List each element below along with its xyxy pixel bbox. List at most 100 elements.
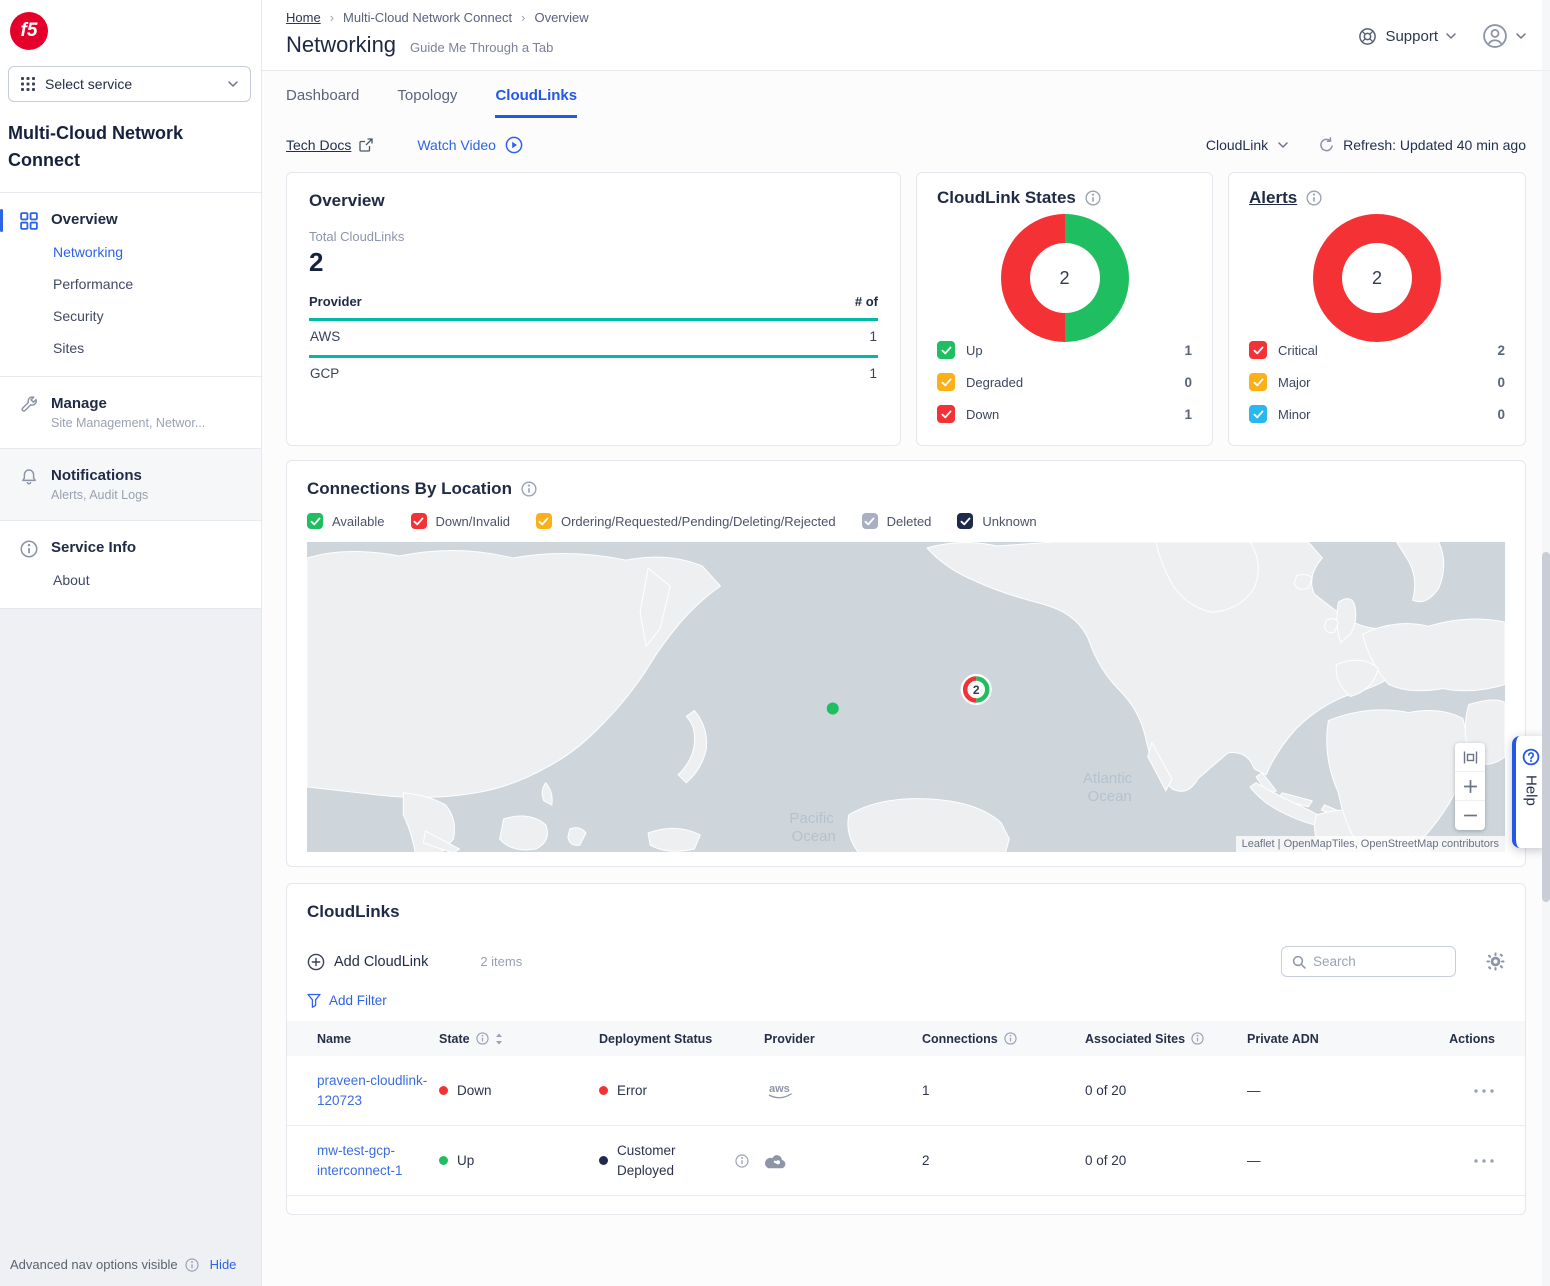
info-circle-icon[interactable] (1085, 190, 1101, 206)
checkbox-major[interactable] (1249, 373, 1267, 391)
add-cloudlink-button[interactable]: Add CloudLink (307, 953, 428, 971)
info-circle-icon[interactable] (1004, 1032, 1017, 1045)
sidebar-item-networking[interactable]: Networking (0, 236, 261, 268)
scrollbar-thumb[interactable] (1542, 552, 1550, 902)
world-map[interactable]: Pacific Ocean Atlantic Ocean (307, 542, 1505, 852)
info-circle-icon[interactable] (1191, 1032, 1204, 1045)
tech-docs-link[interactable]: Tech Docs (286, 137, 373, 153)
legend-count: 1 (1184, 343, 1192, 358)
cloudlink-name-link[interactable]: praveen-cloudlink-120723 (317, 1057, 439, 1124)
provider-name: GCP (310, 366, 339, 381)
map-fullscreen-button[interactable] (1455, 743, 1485, 772)
minus-icon (1463, 808, 1478, 823)
checkbox-available[interactable] (307, 513, 323, 529)
legend-label: Critical (1278, 343, 1486, 358)
col-header-state[interactable]: State (439, 1032, 599, 1046)
sidebar-item-performance[interactable]: Performance (0, 268, 261, 300)
help-tab[interactable]: Help (1512, 736, 1546, 848)
f5-logo[interactable]: f5 (10, 12, 48, 50)
check-icon (1253, 410, 1264, 419)
map-zoom-in-button[interactable] (1455, 772, 1485, 801)
plus-icon (1463, 779, 1478, 794)
info-circle-icon[interactable] (735, 1154, 749, 1168)
adn-cell: — (1247, 1153, 1419, 1168)
map-cluster-marker[interactable]: 2 (961, 674, 992, 705)
sort-icon[interactable] (495, 1033, 503, 1045)
alerts-donut-chart[interactable]: 2 (1313, 214, 1441, 342)
cloudlink-scope-dropdown[interactable]: CloudLink (1206, 137, 1288, 153)
gear-icon[interactable] (1486, 952, 1505, 971)
search-input[interactable] (1313, 954, 1445, 969)
checkbox-deleted[interactable] (862, 513, 878, 529)
row-actions-menu[interactable] (1473, 1088, 1495, 1094)
scrollbar-track[interactable] (1542, 0, 1550, 1286)
refresh-button[interactable]: Refresh: Updated 40 min ago (1318, 137, 1526, 154)
sidebar-item-manage[interactable]: Manage Site Management, Networ... (0, 389, 261, 436)
breadcrumb-home[interactable]: Home (286, 10, 321, 25)
cloudlink-states-card: CloudLink States 2 Up 1 (916, 172, 1213, 446)
checkbox-critical[interactable] (1249, 341, 1267, 359)
check-icon (960, 517, 971, 526)
cloudlink-name-link[interactable]: mw-test-gcp-interconnect-1 (317, 1127, 439, 1194)
sidebar-item-sites[interactable]: Sites (0, 332, 261, 364)
alerts-legend: Critical 2 Major 0 Minor 0 (1249, 334, 1505, 430)
map-marker-available[interactable] (827, 703, 839, 715)
check-icon (1253, 378, 1264, 387)
sidebar-item-notifications[interactable]: Notifications Alerts, Audit Logs (0, 461, 261, 508)
support-menu[interactable]: Support (1358, 27, 1456, 46)
provider-row: AWS 1 (309, 318, 878, 355)
map-zoom-out-button[interactable] (1455, 801, 1485, 830)
checkbox-down-invalid[interactable] (411, 513, 427, 529)
breadcrumb-service[interactable]: Multi-Cloud Network Connect (343, 10, 512, 25)
checkbox-down[interactable] (937, 405, 955, 423)
info-circle-icon (20, 540, 38, 558)
filter-label: Deleted (887, 514, 932, 529)
filter-label: Down/Invalid (436, 514, 510, 529)
app-root: f5 Select service Multi-Cloud Network Co… (0, 0, 1550, 1286)
tab-dashboard[interactable]: Dashboard (286, 87, 359, 118)
sites-cell: 0 of 20 (1085, 1083, 1247, 1098)
life-ring-icon (1358, 27, 1377, 46)
state-label: Up (457, 1153, 474, 1168)
select-service-label: Select service (45, 76, 132, 92)
tab-topology[interactable]: Topology (397, 87, 457, 118)
sidebar-item-service-info[interactable]: Service Info (0, 533, 261, 564)
info-circle-icon[interactable] (1306, 190, 1322, 206)
watch-video-link[interactable]: Watch Video (417, 136, 523, 154)
legend-label: Up (966, 343, 1173, 358)
breadcrumb-overview[interactable]: Overview (534, 10, 588, 25)
tab-cloudlinks[interactable]: CloudLinks (495, 87, 577, 118)
info-circle-icon[interactable] (521, 481, 537, 497)
checkbox-unknown[interactable] (957, 513, 973, 529)
advanced-nav-label: Advanced nav options visible (10, 1257, 178, 1272)
info-circle-icon[interactable] (476, 1032, 489, 1045)
check-icon (310, 517, 321, 526)
checkbox-minor[interactable] (1249, 405, 1267, 423)
select-service-dropdown[interactable]: Select service (8, 66, 251, 102)
info-circle-icon[interactable] (185, 1258, 199, 1272)
sidebar-item-overview[interactable]: Overview (0, 205, 261, 236)
row-actions-menu[interactable] (1473, 1158, 1495, 1164)
add-filter-button[interactable]: Add Filter (287, 993, 1525, 1008)
deployment-dot (599, 1156, 608, 1165)
support-label: Support (1385, 28, 1438, 45)
connections-map-card: Connections By Location Available Down/I… (286, 460, 1526, 867)
map-attribution[interactable]: Leaflet | OpenMapTiles, OpenStreetMap co… (1236, 836, 1505, 852)
check-icon (941, 378, 952, 387)
account-menu[interactable] (1482, 23, 1526, 49)
funnel-icon (307, 993, 321, 1008)
states-donut-chart[interactable]: 2 (1001, 214, 1129, 342)
deployment-cell: Error (599, 1081, 764, 1101)
toolbar: Tech Docs Watch Video CloudLink Refresh:… (262, 118, 1550, 166)
alerts-card-title-link[interactable]: Alerts (1249, 188, 1297, 208)
hide-nav-link[interactable]: Hide (210, 1257, 237, 1272)
chevron-down-icon (1516, 33, 1526, 39)
checkbox-up[interactable] (937, 341, 955, 359)
sidebar-item-security[interactable]: Security (0, 300, 261, 332)
sidebar-item-about[interactable]: About (0, 564, 261, 596)
table-row: praveen-cloudlink-120723 Down Error aws (287, 1056, 1525, 1126)
guide-me-link[interactable]: Guide Me Through a Tab (410, 40, 553, 55)
checkbox-degraded[interactable] (937, 373, 955, 391)
checkbox-ordering[interactable] (536, 513, 552, 529)
tab-bar: Dashboard Topology CloudLinks (262, 71, 1550, 118)
